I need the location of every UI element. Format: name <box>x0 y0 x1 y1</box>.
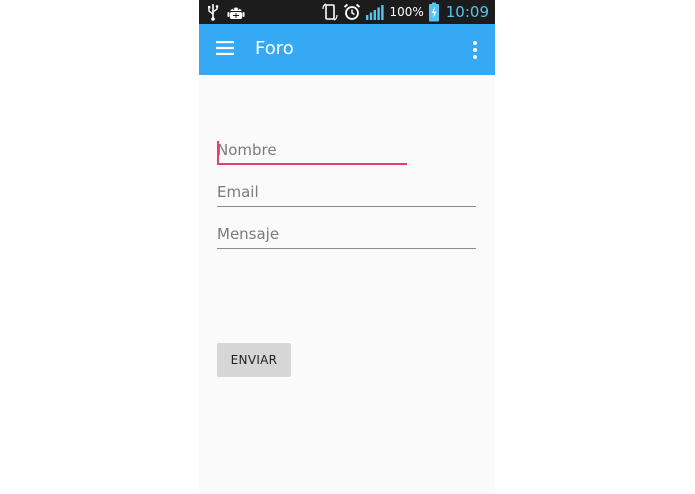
name-field-underline <box>217 163 407 165</box>
email-field-underline <box>217 206 476 207</box>
send-button[interactable]: ENVIAR <box>217 343 291 377</box>
text-cursor <box>217 141 219 163</box>
message-field-underline <box>217 248 476 249</box>
hamburger-menu-icon[interactable] <box>216 41 234 55</box>
status-bar-notifications <box>207 2 245 22</box>
page-title: Foro <box>255 38 294 59</box>
name-input[interactable] <box>217 139 476 161</box>
usb-icon <box>208 4 219 21</box>
battery-charging-icon <box>428 2 439 22</box>
debug-android-icon <box>227 7 245 19</box>
message-input[interactable] <box>217 223 476 245</box>
email-input[interactable] <box>217 181 476 203</box>
email-field[interactable] <box>217 181 476 207</box>
phone-screen: 100% 10:09 Foro Nombre Email Mensaje ENV… <box>199 0 495 494</box>
more-vert-icon[interactable] <box>469 40 481 60</box>
alarm-icon <box>344 3 361 20</box>
status-bar: 100% 10:09 <box>199 0 495 24</box>
status-bar-system: 100% 10:09 <box>321 0 489 24</box>
battery-percent: 100% <box>389 5 424 19</box>
signal-icon <box>366 5 385 20</box>
rotate-icon <box>322 3 339 21</box>
clock-time: 10:09 <box>445 3 489 21</box>
app-bar: Foro <box>199 24 495 75</box>
message-field[interactable] <box>217 223 476 249</box>
name-field[interactable] <box>217 139 476 165</box>
